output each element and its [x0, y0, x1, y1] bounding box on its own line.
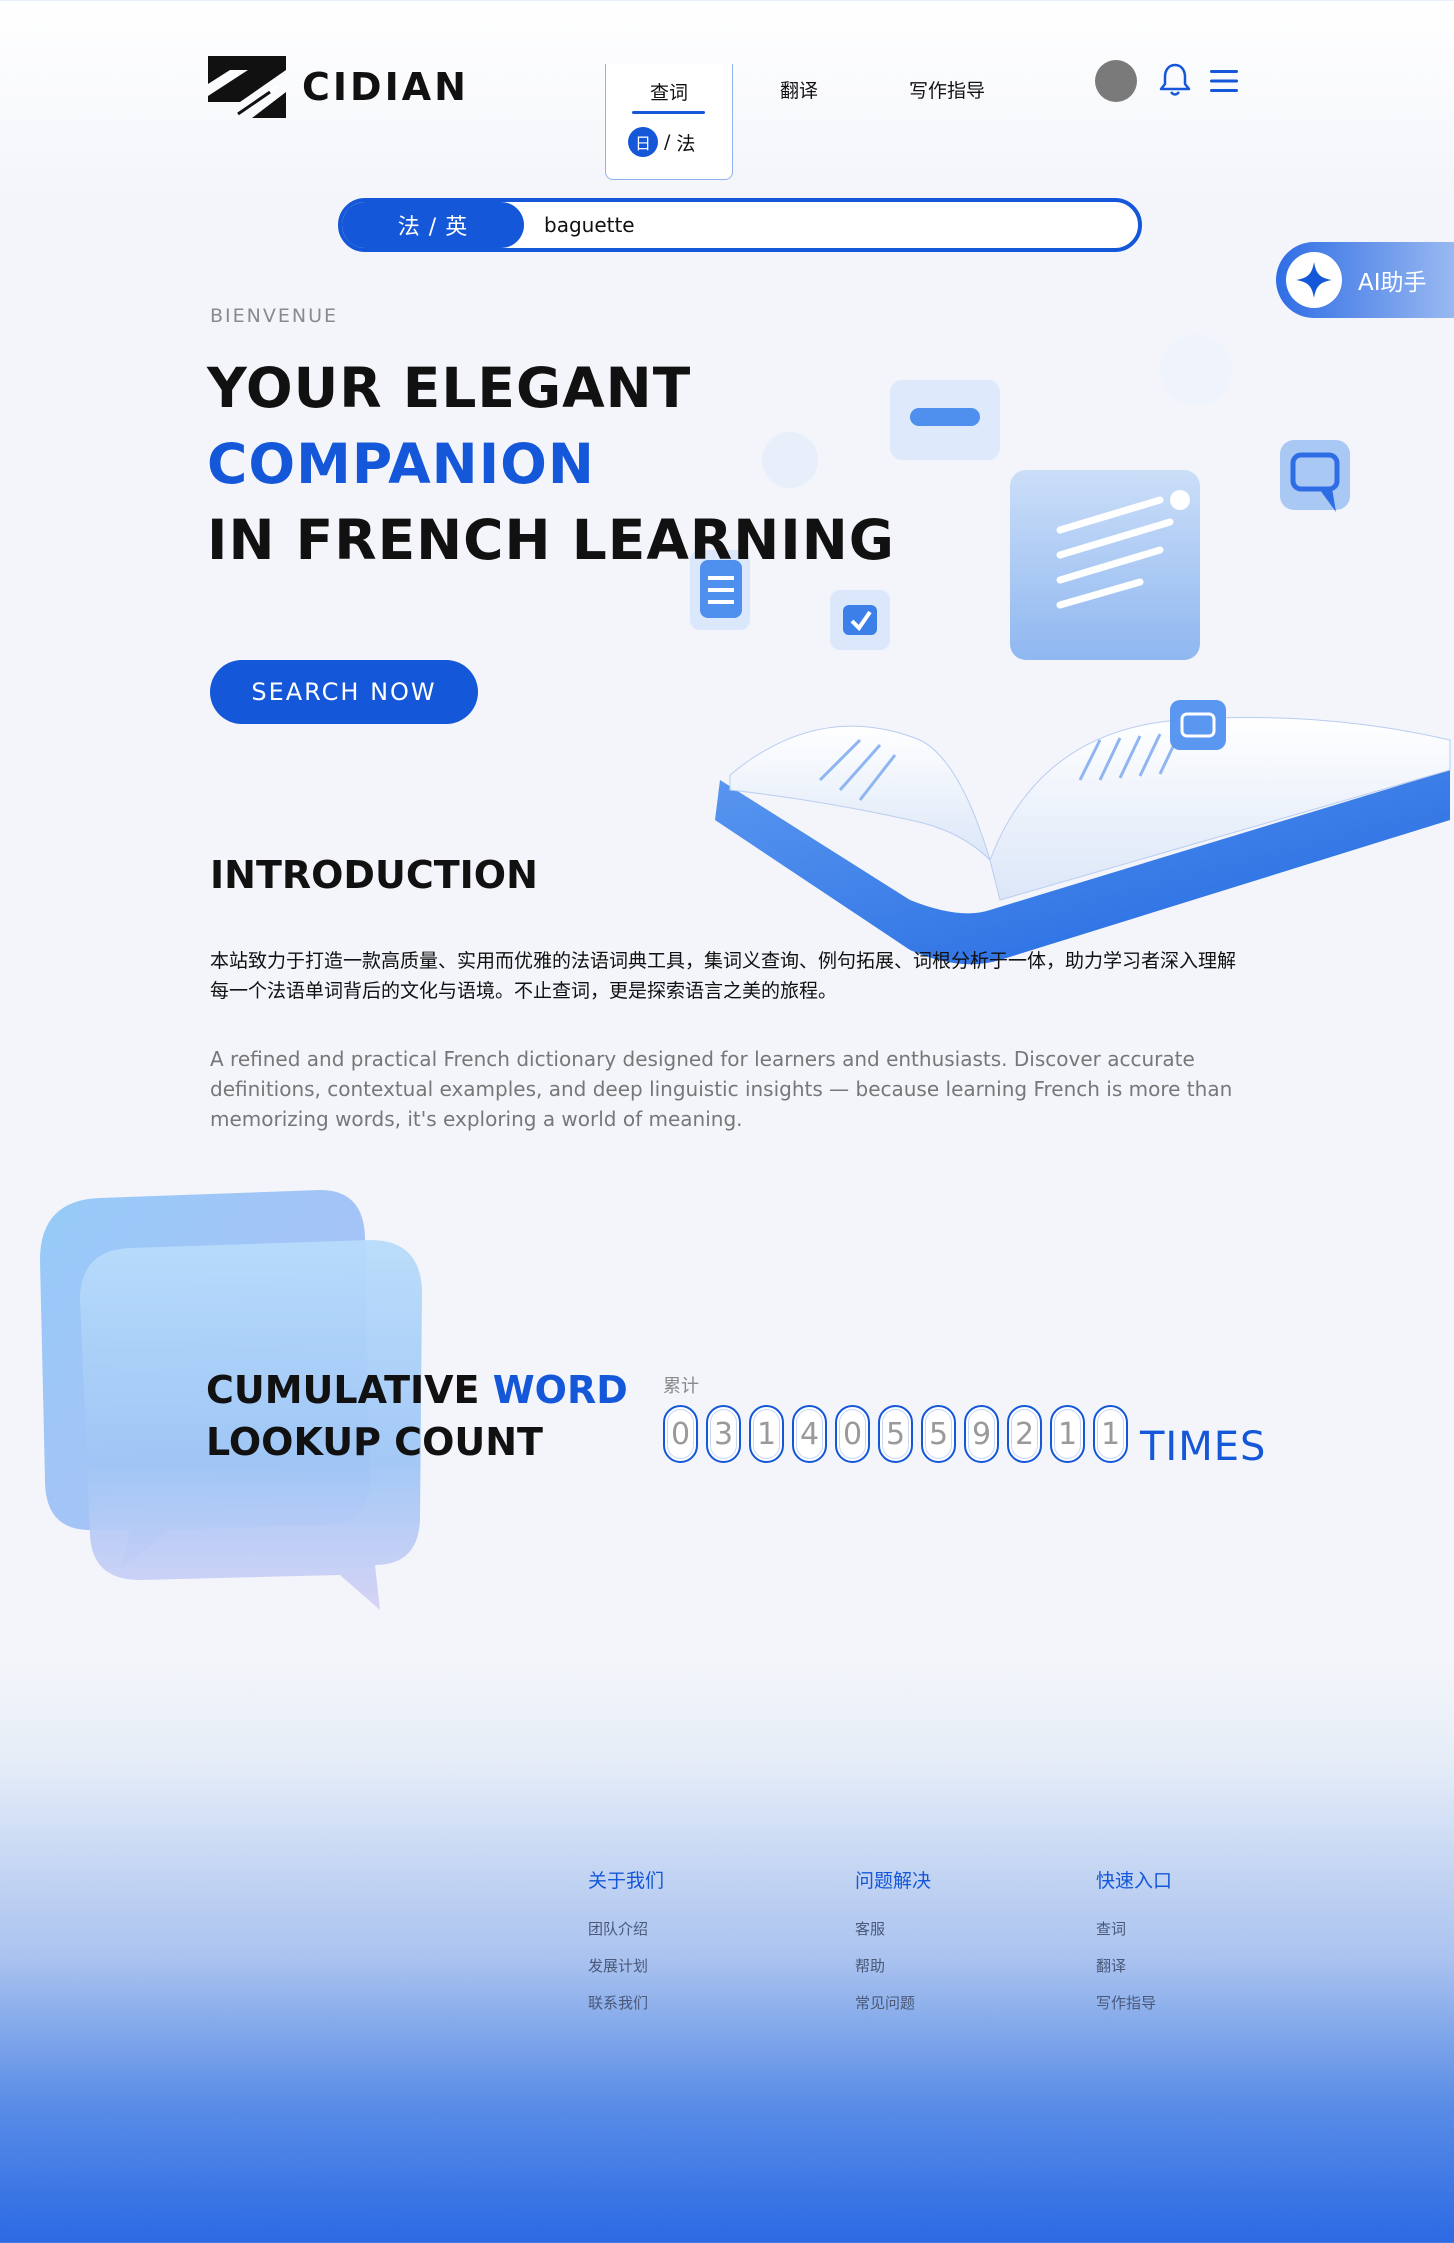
- footer-link-writing[interactable]: 写作指导: [1096, 1992, 1156, 2013]
- counter-title-word-word: WORD: [492, 1368, 628, 1412]
- source-language-badge[interactable]: 日: [628, 127, 658, 157]
- open-book-illustration: [690, 334, 1451, 965]
- hero-title-line-2: COMPANION: [207, 432, 595, 496]
- counter-digit: 1: [1093, 1405, 1128, 1463]
- counter-digit: 0: [663, 1405, 698, 1463]
- counter-caption: 累计: [663, 1376, 699, 1397]
- footer-heading-support: 问题解决: [855, 1870, 932, 1892]
- counter-title-word-cumulative: CUMULATIVE: [206, 1368, 480, 1412]
- footer-link-faq[interactable]: 常见问题: [855, 1992, 915, 2013]
- footer-heading-quick-links: 快速入口: [1096, 1870, 1173, 1892]
- counter-digit: 9: [964, 1405, 999, 1463]
- footer-link-lookup[interactable]: 查词: [1096, 1918, 1126, 1939]
- intro-text-zh: 本站致力于打造一款高质量、实用而优雅的法语词典工具，集词义查询、例句拓展、词根分…: [210, 950, 1237, 1002]
- footer-link-help[interactable]: 帮助: [855, 1955, 885, 1976]
- counter-digit: 3: [706, 1405, 741, 1463]
- language-switch[interactable]: 日 / 法: [628, 127, 695, 157]
- footer-link-customer-service[interactable]: 客服: [855, 1918, 885, 1939]
- counter-title-line-2: LOOKUP COUNT: [206, 1420, 543, 1464]
- footer-heading-about: 关于我们: [588, 1870, 665, 1892]
- counter-title-line-1: CUMULATIVE WORD: [206, 1368, 628, 1412]
- sparkle-icon: [1296, 262, 1332, 298]
- target-language[interactable]: 法: [676, 129, 695, 156]
- nav-item-translate[interactable]: 翻译: [780, 76, 818, 103]
- hero-title-line-3: IN FRENCH LEARNING: [207, 508, 895, 572]
- hero-eyebrow: BIENVENUE: [210, 305, 338, 327]
- avatar[interactable]: [1095, 60, 1137, 102]
- footer-link-team[interactable]: 团队介绍: [588, 1918, 648, 1939]
- counter-digit: 1: [749, 1405, 784, 1463]
- search-now-button[interactable]: SEARCH NOW: [210, 660, 478, 724]
- intro-title: INTRODUCTION: [210, 853, 538, 897]
- search-bar: 法 / 英: [338, 198, 1142, 252]
- counter-digit: 0: [835, 1405, 870, 1463]
- counter-unit: TIMES: [1140, 1424, 1267, 1470]
- brand-logo[interactable]: CIDIAN: [208, 56, 469, 118]
- counter-digit: 4: [792, 1405, 827, 1463]
- counter-digits: 0 3 1 4 0 5 5 9 2 1 1: [663, 1405, 1128, 1463]
- nav-item-lookup[interactable]: 查词: [605, 78, 733, 105]
- ai-assistant-label: AI助手: [1358, 270, 1427, 296]
- hero-title-line-1: YOUR ELEGANT: [207, 356, 692, 420]
- footer-link-roadmap[interactable]: 发展计划: [588, 1955, 648, 1976]
- counter-digit: 2: [1007, 1405, 1042, 1463]
- language-separator: /: [664, 131, 671, 153]
- counter-digit: 5: [878, 1405, 913, 1463]
- bell-icon[interactable]: [1158, 62, 1192, 98]
- counter-digit: 5: [921, 1405, 956, 1463]
- logo-mark-icon: [208, 56, 286, 118]
- nav-active-indicator: [632, 111, 705, 114]
- footer-link-contact[interactable]: 联系我们: [588, 1992, 648, 2013]
- nav-item-writing[interactable]: 写作指导: [909, 76, 985, 103]
- search-input[interactable]: [544, 213, 1104, 237]
- brand-name: CIDIAN: [302, 65, 469, 109]
- menu-icon[interactable]: [1210, 68, 1238, 94]
- intro-text-en: A refined and practical French dictionar…: [210, 1047, 1233, 1131]
- counter-digit: 1: [1050, 1405, 1085, 1463]
- footer-link-translate[interactable]: 翻译: [1096, 1955, 1126, 1976]
- search-language-pair[interactable]: 法 / 英: [342, 202, 524, 248]
